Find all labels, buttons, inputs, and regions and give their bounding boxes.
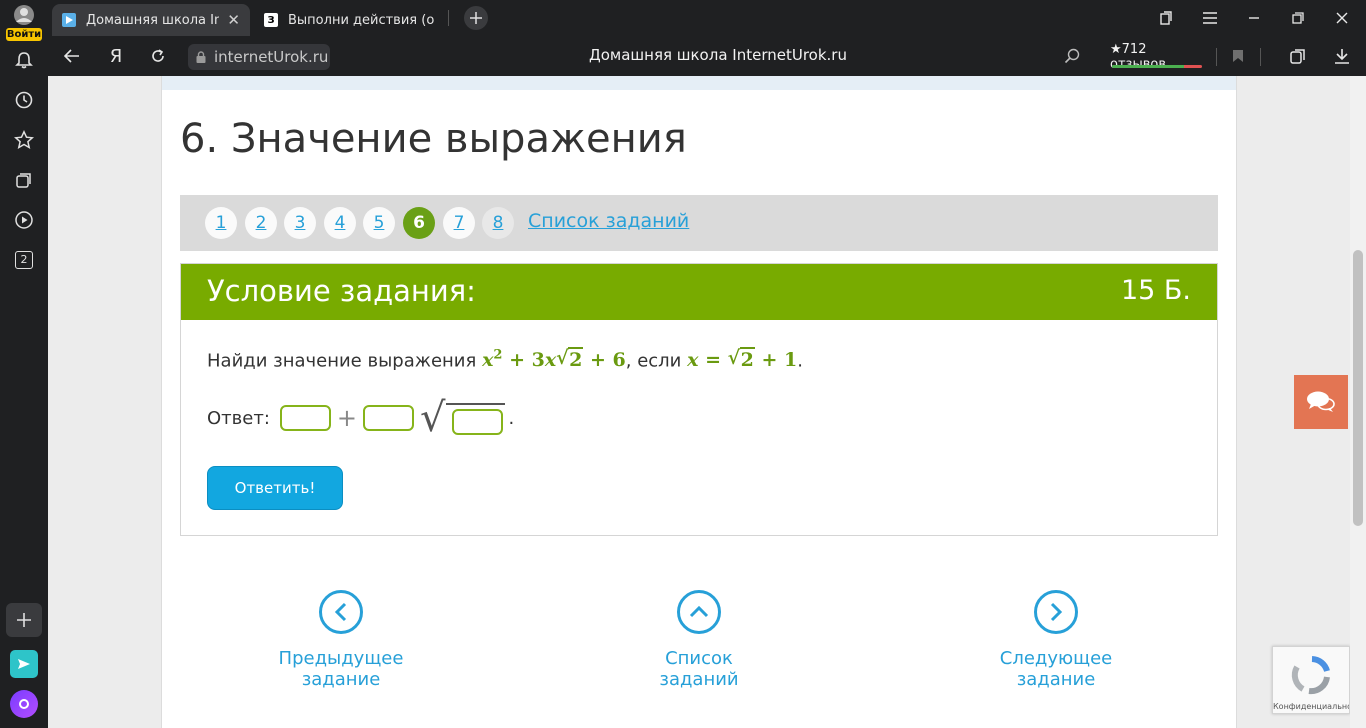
login-label: Войти xyxy=(6,28,42,41)
rating-bar xyxy=(1112,65,1202,68)
prev-task-label: Предыдущее задание xyxy=(278,648,404,690)
question-mid: , если xyxy=(625,350,682,372)
tabs-manager-icon[interactable] xyxy=(1154,6,1178,30)
tab-divider xyxy=(448,10,449,26)
tab-title: Домашняя школа Interr xyxy=(86,12,220,28)
page-title-display: Домашняя школа InternetUrok.ru xyxy=(589,46,847,64)
plus-icon xyxy=(470,12,482,24)
minimize-icon[interactable] xyxy=(1242,6,1266,30)
toolbar-divider xyxy=(1260,48,1261,66)
close-window-icon[interactable] xyxy=(1330,6,1354,30)
new-tab-button[interactable] xyxy=(464,6,488,30)
next-task-link[interactable]: Следующее задание xyxy=(968,590,1144,690)
recaptcha-logo-icon xyxy=(1291,656,1330,695)
tab-internetUrok[interactable]: Домашняя школа Interr ✕ xyxy=(52,4,250,36)
reload-icon[interactable] xyxy=(146,44,170,68)
task-header: Условие задания: 15 Б. xyxy=(181,264,1217,320)
next-task-label: Следующее задание xyxy=(999,648,1113,690)
task-list-link[interactable]: Список заданий xyxy=(528,210,689,232)
plus-sign: + xyxy=(336,404,357,432)
plus-icon xyxy=(17,613,31,627)
task-points: 15 Б. xyxy=(1120,275,1191,306)
chevron-right-icon xyxy=(1034,590,1078,634)
task-question: Найди значение выражения x2 + 3x2 + 6, е… xyxy=(207,347,803,372)
task-link-6-current[interactable]: 6 xyxy=(403,207,435,239)
add-panel-button[interactable] xyxy=(6,603,42,637)
back-arrow-icon[interactable] xyxy=(60,44,84,68)
prev-task-link[interactable]: Предыдущее задание xyxy=(248,590,434,690)
radicand-wrapper xyxy=(445,403,505,435)
header-strip xyxy=(162,76,1236,90)
login-button[interactable]: Войти xyxy=(6,4,42,41)
scrollbar-thumb[interactable] xyxy=(1353,250,1363,526)
lock-icon xyxy=(196,51,206,63)
task-link-7[interactable]: 7 xyxy=(443,207,475,239)
chat-button[interactable] xyxy=(1294,375,1348,429)
answer-end: . xyxy=(508,407,515,429)
task-link-5[interactable]: 5 xyxy=(363,207,395,239)
chat-bubbles-icon xyxy=(1307,391,1335,412)
task-link-1[interactable]: 1 xyxy=(205,207,237,239)
collections-icon[interactable] xyxy=(12,168,36,192)
task-navigation: 1 2 3 4 5 6 7 8 Список заданий xyxy=(180,195,1218,251)
download-icon[interactable] xyxy=(1330,44,1354,68)
yandex-logo-icon[interactable]: Я xyxy=(104,44,128,68)
expression-condition: x = 2 + 1 xyxy=(687,347,797,372)
answer-label: Ответ: xyxy=(207,407,270,429)
tab-znanija[interactable]: З Выполни действия (ответ xyxy=(254,4,444,36)
answer-input-2[interactable] xyxy=(363,405,414,431)
chevron-up-icon xyxy=(677,590,721,634)
collections-toolbar-icon[interactable] xyxy=(1286,44,1310,68)
alice-icon[interactable] xyxy=(10,690,38,718)
task-link-3[interactable]: 3 xyxy=(284,207,316,239)
close-tab-icon[interactable]: ✕ xyxy=(227,11,240,29)
recaptcha-text: Конфиденциальность xyxy=(1273,702,1349,711)
messenger-app-icon[interactable] xyxy=(10,650,38,678)
task-link-4[interactable]: 4 xyxy=(324,207,356,239)
bookmark-flag-icon[interactable] xyxy=(1226,44,1250,68)
reviews-badge[interactable]: ★712 отзывов xyxy=(1110,42,1204,72)
browser-toolbar: Я internetUrok.ru Домашняя школа Interne… xyxy=(48,36,1366,76)
toolbar-divider xyxy=(1216,48,1217,66)
sidebar-badge: 2 xyxy=(15,251,33,269)
chevron-left-icon xyxy=(319,590,363,634)
sqrt-icon: √ xyxy=(420,395,446,441)
tab-title: Выполни действия (ответ xyxy=(288,12,434,28)
question-end: . xyxy=(797,350,803,372)
expression-main: x2 + 3x2 + 6 xyxy=(482,347,626,372)
user-avatar-icon xyxy=(14,5,34,25)
task-header-title: Условие задания: xyxy=(207,274,476,308)
bookmarks-star-icon[interactable] xyxy=(12,128,36,152)
question-text: Найди значение выражения xyxy=(207,350,477,372)
page-content: 6. Значение выражения 1 2 3 4 5 6 7 8 Сп… xyxy=(161,76,1237,728)
submit-answer-button[interactable]: Ответить! xyxy=(207,466,343,510)
history-clock-icon[interactable] xyxy=(12,88,36,112)
task-link-2[interactable]: 2 xyxy=(245,207,277,239)
browser-sidebar: Войти 2 xyxy=(0,0,48,728)
zoom-search-icon[interactable] xyxy=(1060,44,1084,68)
video-play-icon[interactable] xyxy=(12,208,36,232)
radical-sign: √ xyxy=(420,398,505,438)
page-viewport: 6. Значение выражения 1 2 3 4 5 6 7 8 Сп… xyxy=(48,76,1350,728)
task-link-8[interactable]: 8 xyxy=(482,207,514,239)
restore-icon[interactable] xyxy=(1286,6,1310,30)
page-title: 6. Значение выражения xyxy=(180,116,687,162)
task-list-bottom-label: Список заданий xyxy=(659,648,739,690)
answer-input-3[interactable] xyxy=(451,409,503,435)
menu-icon[interactable] xyxy=(1198,6,1222,30)
bell-icon[interactable] xyxy=(12,48,36,72)
address-text: internetUrok.ru xyxy=(214,48,329,66)
task-list-bottom-link[interactable]: Список заданий xyxy=(628,590,770,690)
recaptcha-badge[interactable]: Конфиденциальность xyxy=(1272,646,1350,714)
answer-input-1[interactable] xyxy=(279,405,331,431)
tab-bar: Домашняя школа Interr ✕ З Выполни действ… xyxy=(48,0,1366,36)
page-scrollbar[interactable] xyxy=(1350,76,1366,728)
numbered-tab-icon[interactable]: 2 xyxy=(12,248,36,272)
internetUrok-favicon xyxy=(62,13,76,27)
task-box: Условие задания: 15 Б. Найди значение вы… xyxy=(180,263,1218,536)
znanija-favicon: З xyxy=(264,13,278,27)
address-bar[interactable]: internetUrok.ru xyxy=(188,44,330,70)
answer-row: Ответ: + √ . xyxy=(207,398,514,438)
